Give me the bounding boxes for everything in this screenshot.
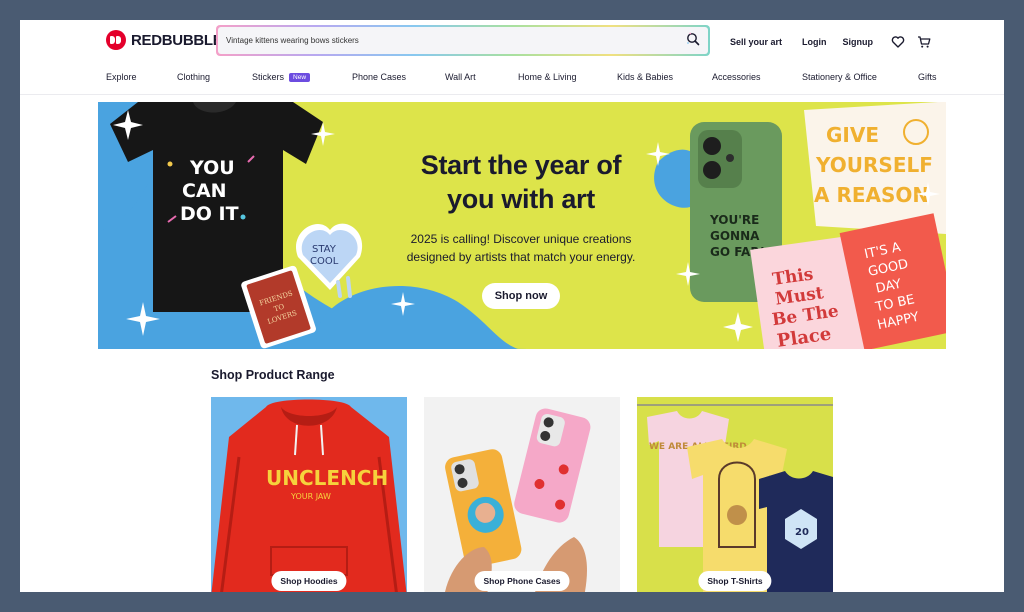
phone-text-1: YOU'RE xyxy=(709,213,759,227)
hero-banner[interactable]: YOU CAN DO IT STAY COOL FRIENDS TO LOVER… xyxy=(98,102,946,349)
nav-wall-art[interactable]: Wall Art xyxy=(445,72,476,82)
heart-icon[interactable] xyxy=(891,35,905,49)
shop-phone-cases-button[interactable]: Shop Phone Cases xyxy=(474,571,570,591)
browser-page: REDBUBBLE Vintage kittens wearing bows s… xyxy=(20,20,1004,592)
hero-title: Start the year of you with art xyxy=(368,148,674,216)
shop-now-button[interactable]: Shop now xyxy=(481,283,561,309)
category-nav: Explore Clothing Stickers New Phone Case… xyxy=(20,72,1004,92)
product-card-hoodies[interactable]: UNCLENCH YOUR JAW Shop Hoodies xyxy=(211,397,407,592)
search-icon[interactable] xyxy=(686,32,700,46)
sticker-text-1: STAY xyxy=(312,244,337,255)
hoodie-image: UNCLENCH YOUR JAW xyxy=(211,397,407,592)
product-card-tshirts[interactable]: WE ARE ALL WEIRD 20 Shop T-Shirts xyxy=(637,397,833,592)
pillow-text-3: A REASON xyxy=(814,183,929,207)
nav-phone-cases[interactable]: Phone Cases xyxy=(352,72,406,82)
nav-clothing[interactable]: Clothing xyxy=(177,72,210,82)
product-range-title: Shop Product Range xyxy=(211,368,335,382)
nav-home-living[interactable]: Home & Living xyxy=(518,72,577,82)
tshirt-text-3: DO IT xyxy=(180,203,239,225)
cart-icon[interactable] xyxy=(917,35,931,49)
redbubble-logo-icon xyxy=(106,30,126,50)
dice-number: 20 xyxy=(795,527,809,538)
nav-accessories[interactable]: Accessories xyxy=(712,72,761,82)
tshirt-text-2: CAN xyxy=(182,180,227,202)
nav-stickers[interactable]: Stickers New xyxy=(252,72,311,82)
redbubble-logo[interactable]: REDBUBBLE xyxy=(106,30,223,50)
hero-subtitle: 2025 is calling! Discover unique creatio… xyxy=(368,230,674,266)
nav-explore[interactable]: Explore xyxy=(106,72,137,82)
phone-cases-image xyxy=(424,397,620,592)
hoodie-print-sub: YOUR JAW xyxy=(290,492,331,501)
hero-subtitle-line-1: 2025 is calling! Discover unique creatio… xyxy=(410,232,632,246)
hoodie-print: UNCLENCH xyxy=(266,466,388,490)
product-card-phone-cases[interactable]: Shop Phone Cases xyxy=(424,397,620,592)
search-bar[interactable]: Vintage kittens wearing bows stickers xyxy=(216,25,710,56)
signup-link[interactable]: Signup xyxy=(843,37,874,47)
shop-tshirts-button[interactable]: Shop T-Shirts xyxy=(698,571,772,591)
sell-your-art-link[interactable]: Sell your art xyxy=(730,37,782,47)
nav-stationery-office[interactable]: Stationery & Office xyxy=(802,72,877,82)
sticker-text-2: COOL xyxy=(310,256,339,267)
login-link[interactable]: Login xyxy=(802,37,827,47)
logo-text: REDBUBBLE xyxy=(131,31,223,49)
nav-divider xyxy=(20,94,1004,95)
hero-title-line-1: Start the year of xyxy=(420,150,622,180)
phone-text-2: GONNA xyxy=(710,229,760,243)
site-header: REDBUBBLE Vintage kittens wearing bows s… xyxy=(20,20,1004,62)
search-input[interactable]: Vintage kittens wearing bows stickers xyxy=(226,36,359,45)
pillow-text-1: GIVE xyxy=(826,123,879,147)
tshirts-image: WE ARE ALL WEIRD 20 xyxy=(637,397,833,592)
hero-copy: Start the year of you with art 2025 is c… xyxy=(368,148,674,309)
new-badge: New xyxy=(289,72,311,82)
nav-kids-babies[interactable]: Kids & Babies xyxy=(617,72,673,82)
pillow-text-2: YOURSELF xyxy=(815,153,933,177)
nav-gifts[interactable]: Gifts xyxy=(918,72,937,82)
nav-stickers-label: Stickers xyxy=(252,72,285,82)
shop-hoodies-button[interactable]: Shop Hoodies xyxy=(271,571,347,591)
tshirt-text-1: YOU xyxy=(189,157,235,179)
hero-title-line-2: you with art xyxy=(447,184,595,214)
hero-subtitle-line-2: designed by artists that match your ener… xyxy=(406,250,636,264)
